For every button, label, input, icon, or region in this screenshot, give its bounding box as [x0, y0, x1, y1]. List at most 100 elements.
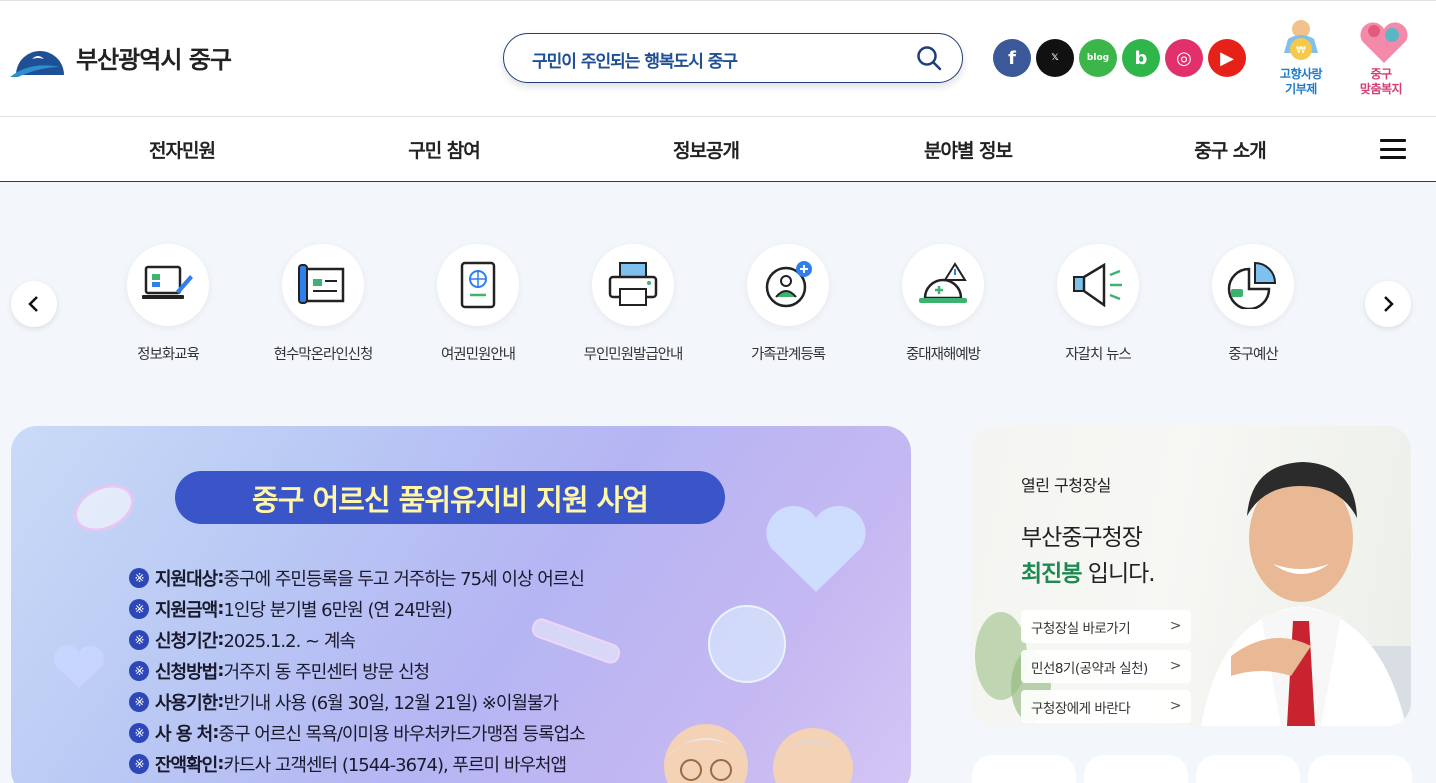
nav-item-disclosure[interactable]: 정보공개 [673, 136, 740, 163]
quick-menu-item[interactable]: 가족관계등록 [713, 244, 863, 364]
banner-line: ※ 사 용 처 : 중구 어르신 목욕/이미용 바우처카드가맹점 등록업소 [129, 717, 586, 748]
pledge-button[interactable]: 민선8기(공약과 실천) > [1021, 650, 1191, 683]
banner-line-value: 중구 어르신 목욕/이미용 바우처카드가맹점 등록업소 [218, 723, 585, 745]
banner-line-key: 지원대상 [155, 568, 218, 590]
decoration-disc-icon [74, 484, 134, 532]
quick-menu-item[interactable]: 자갈치 뉴스 [1023, 244, 1173, 364]
quick-menu-label: 중대재해예방 [905, 347, 981, 363]
quick-menu-label: 중구예산 [1228, 347, 1278, 363]
chevron-right-icon [1384, 296, 1394, 312]
quick-menu-item[interactable]: 무인민원발급안내 [558, 244, 708, 364]
banner-line-key: 사 용 처 [155, 723, 213, 745]
banner-line-value: 반기내 사용 (6월 30일, 12월 21일) ※이월불가 [223, 692, 559, 714]
banner-line: ※ 신청방법 : 거주지 동 주민센터 방문 신청 [129, 655, 585, 686]
quick-menu-item[interactable]: 중구예산 [1178, 244, 1328, 364]
bottom-card[interactable] [1308, 755, 1412, 783]
decoration-bubble-icon [708, 605, 786, 683]
decoration-heart-small-icon [54, 645, 104, 688]
chevron-right-icon: > [1169, 618, 1182, 634]
quick-menu-item[interactable]: 여권민원안내 [403, 244, 553, 364]
banner-line: ※ 신청기간 : 2025.1.2. ~ 계속 [129, 624, 585, 655]
site-logo[interactable]: 부산광역시 중구 [10, 37, 232, 77]
nav-item-participation[interactable]: 구민 참여 [408, 136, 481, 163]
banner-details: ※ 지원대상 : 중구에 주민등록을 두고 거주하는 75세 이상 어르신 ※ 지원금… [129, 562, 586, 779]
hometown-donation-icon: ₩ [1274, 17, 1328, 67]
banner-line-key: 지원금액 [155, 599, 218, 621]
hometown-donation-link[interactable]: ₩ 고향사랑 기부제 [1266, 17, 1336, 97]
nav-item-e-civil[interactable]: 전자민원 [149, 136, 216, 163]
main-banner[interactable]: 중구 어르신 품위유지비 지원 사업 ※ 지원대상 : 중구에 주민등록을 두고 … [11, 426, 911, 783]
megaphone-icon [1057, 244, 1139, 326]
reference-mark-icon: ※ [129, 629, 149, 650]
nav-item-field-info[interactable]: 분야별 정보 [924, 136, 1013, 163]
safety-helmet-icon [902, 244, 984, 326]
banner-line-key: 신청기간 [155, 630, 218, 652]
banner-line-value: 1인당 분기별 6만원 (연 24만원) [223, 599, 452, 621]
blog-icon[interactable]: blog [1079, 39, 1117, 77]
mayor-card: 열린 구청장실 부산중구청장 최진봉 입니다. 구청장실 바로가기 > 민선8기(… [971, 426, 1411, 726]
bottom-card[interactable] [972, 755, 1076, 783]
banner-line: ※ 사용기한 : 반기내 사용 (6월 30일, 12월 21일) ※이월불가 [129, 686, 585, 717]
reference-mark-icon: ※ [129, 598, 149, 619]
custom-welfare-link[interactable]: 중구 맞춤복지 [1346, 17, 1416, 97]
bottom-card[interactable] [1084, 755, 1188, 783]
menu-icon[interactable] [1380, 139, 1406, 159]
chevron-left-icon [28, 296, 38, 312]
banner-line-key: 신청방법 [155, 661, 218, 683]
banner-line-value: 2025.1.2. ~ 계속 [223, 630, 356, 652]
x-icon[interactable]: 𝕏 [1036, 39, 1074, 77]
seniors-illustration-icon [664, 724, 853, 783]
site-header: 부산광역시 중구 구민이 주인되는 행복도시 중구 f 𝕏blog b ◎ ▶ ₩ 고향… [0, 0, 1436, 116]
reference-mark-icon: ※ [129, 722, 149, 743]
mayor-button-label: 구청장실 바로가기 [1031, 620, 1131, 637]
quick-menu-item[interactable]: 현수막온라인신청 [248, 244, 398, 364]
reference-mark-icon: ※ [129, 691, 149, 712]
sns-links: f 𝕏blog b ◎ ▶ [993, 39, 1246, 77]
reference-mark-icon: ※ [129, 660, 149, 681]
band-icon[interactable]: b [1122, 39, 1160, 77]
search-input[interactable]: 구민이 주인되는 행복도시 중구 [532, 47, 738, 72]
banner-line-value: 카드사 고객센터 (1544-3674), 푸르미 바우처앱 [223, 754, 567, 776]
banner-line-key: 잔액확인 [155, 754, 218, 776]
quick-menu-item[interactable]: 정보화교육 [93, 244, 243, 364]
facebook-icon[interactable]: f [993, 39, 1031, 77]
quick-menu-item[interactable]: 중대재해예방 [868, 244, 1018, 364]
bottom-card[interactable] [1196, 755, 1300, 783]
chevron-right-icon: > [1169, 698, 1182, 714]
mayor-name: 최진봉 [1021, 561, 1082, 587]
printer-icon [592, 244, 674, 326]
quick-menu-label: 가족관계등록 [750, 347, 826, 363]
youtube-icon[interactable]: ▶ [1208, 39, 1246, 77]
instagram-icon[interactable]: ◎ [1165, 39, 1203, 77]
search-icon[interactable] [916, 45, 942, 71]
logo-emblem-icon [10, 37, 66, 77]
quick-menu-label: 자갈치 뉴스 [1065, 347, 1131, 363]
chevron-right-icon: > [1169, 658, 1182, 674]
mayor-title: 부산중구청장 [1021, 525, 1143, 551]
family-registration-icon [747, 244, 829, 326]
quick-link-label: 고향사랑 기부제 [1279, 67, 1323, 96]
quick-menu-label: 정보화교육 [137, 347, 200, 363]
pie-chart-icon [1212, 244, 1294, 326]
mayor-office-button[interactable]: 구청장실 바로가기 > [1021, 610, 1191, 643]
quick-menu-label: 여권민원안내 [440, 347, 516, 363]
banner-application-icon [282, 244, 364, 326]
banner-title: 중구 어르신 품위유지비 지원 사업 [175, 471, 725, 524]
mayor-photo [1201, 462, 1411, 726]
nav-item-about[interactable]: 중구 소개 [1194, 136, 1267, 163]
reference-mark-icon: ※ [129, 567, 149, 588]
search-box[interactable]: 구민이 주인되는 행복도시 중구 [503, 33, 963, 83]
decoration-heart-icon [766, 505, 866, 592]
banner-line: ※ 잔액확인 : 카드사 고객센터 (1544-3674), 푸르미 바우처앱 [129, 748, 585, 779]
quick-menu-label: 현수막온라인신청 [273, 347, 374, 363]
reference-mark-icon: ※ [129, 753, 149, 774]
passport-icon [437, 244, 519, 326]
svg-text:₩: ₩ [1296, 45, 1306, 56]
prev-arrow-button[interactable] [11, 281, 57, 327]
mayor-button-label: 구청장에게 바란다 [1031, 700, 1131, 717]
suggestion-button[interactable]: 구청장에게 바란다 > [1021, 690, 1191, 723]
mayor-name-suffix: 입니다. [1081, 561, 1156, 587]
mayor-subtitle: 열린 구청장실 [1021, 476, 1111, 495]
next-arrow-button[interactable] [1365, 281, 1411, 327]
quick-menu-label: 무인민원발급안내 [583, 347, 684, 363]
